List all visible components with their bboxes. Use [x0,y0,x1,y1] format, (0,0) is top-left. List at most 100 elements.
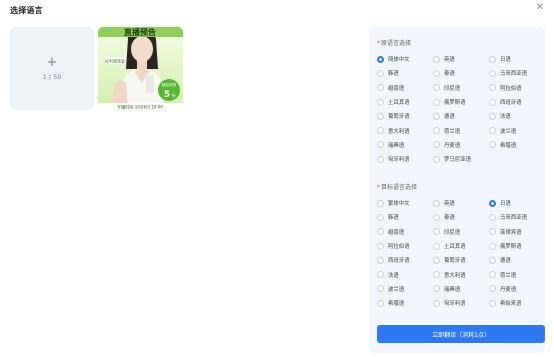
target-language-option[interactable]: 西班牙语 [377,253,433,267]
radio-icon[interactable] [377,213,384,221]
radio-icon[interactable] [489,55,496,63]
radio-icon[interactable] [377,199,384,207]
radio-icon[interactable] [377,285,384,293]
target-language-option[interactable]: 俄罗斯语 [489,239,543,253]
source-language-option[interactable]: 俄罗斯语 [433,95,489,109]
target-language-label: *目标语言选择 [377,184,418,191]
radio-icon[interactable] [489,141,496,149]
source-language-option[interactable]: 希腊语 [489,138,543,152]
radio-icon[interactable] [377,55,384,63]
target-language-option[interactable]: 德语 [489,253,543,267]
target-language-option[interactable]: 印尼语 [433,225,489,239]
target-language-option[interactable]: 繁体中文 [377,196,433,210]
source-language-option[interactable]: 土耳其语 [377,95,433,109]
translate-button[interactable]: 立即翻译（消耗1点） [377,325,545,343]
source-language-option[interactable]: 西班牙语 [489,95,543,109]
source-language-option[interactable]: 荷兰语 [433,123,489,137]
source-language-option[interactable]: 法语 [489,109,543,123]
source-language-option[interactable]: 瑞典语 [377,138,433,152]
source-language-option[interactable]: 罗马尼亚语 [433,152,489,166]
radio-icon[interactable] [377,141,384,149]
radio-icon[interactable] [377,98,384,106]
radio-icon[interactable] [433,155,440,163]
radio-icon[interactable] [433,256,440,264]
radio-icon[interactable] [377,84,384,92]
radio-icon[interactable] [489,256,496,264]
radio-icon[interactable] [377,69,384,77]
source-language-option[interactable]: 印尼语 [433,81,489,95]
radio-icon[interactable] [433,141,440,149]
radio-icon[interactable] [489,213,496,221]
target-language-option[interactable]: 日语 [489,196,543,210]
radio-icon[interactable] [489,299,496,307]
target-language-option[interactable]: 菲律宾语 [489,225,543,239]
source-language-option[interactable]: 德语 [433,109,489,123]
target-language-option[interactable]: 韩语 [377,210,433,224]
radio-icon[interactable] [433,299,440,307]
radio-icon[interactable] [377,228,384,236]
radio-icon[interactable] [433,84,440,92]
target-language-option[interactable]: 波兰语 [377,282,433,296]
radio-icon[interactable] [489,69,496,77]
radio-icon[interactable] [377,127,384,135]
radio-icon[interactable] [489,84,496,92]
source-language-option[interactable]: 葡萄牙语 [377,109,433,123]
target-language-option[interactable]: 希腊语 [377,296,433,310]
source-language-option[interactable]: 匈牙利语 [377,152,433,166]
uploaded-image-thumbnail[interactable]: 直播预告 好利锦夜会 精品好物 5 折 开播时间 3月26日 19:00 [98,27,183,110]
radio-icon[interactable] [433,213,440,221]
radio-icon[interactable] [489,228,496,236]
radio-icon[interactable] [433,242,440,250]
source-language-option[interactable]: 马来西亚语 [489,66,543,80]
target-language-option[interactable]: 越南语 [377,225,433,239]
target-language-option[interactable]: 泰语 [433,210,489,224]
radio-icon[interactable] [433,69,440,77]
radio-icon[interactable] [489,112,496,120]
radio-icon[interactable] [433,55,440,63]
close-icon[interactable]: ✕ [536,2,544,14]
radio-icon[interactable] [433,112,440,120]
radio-icon[interactable] [433,285,440,293]
target-language-option[interactable]: 瑞典语 [433,282,489,296]
upload-tile[interactable]: + 1 / 50 [10,27,94,110]
target-language-option[interactable]: 阿拉伯语 [377,239,433,253]
radio-icon[interactable] [489,98,496,106]
source-language-option[interactable]: 越南语 [377,81,433,95]
radio-icon[interactable] [489,127,496,135]
source-language-option[interactable]: 英语 [433,52,489,66]
source-language-option[interactable]: 泰语 [433,66,489,80]
radio-icon[interactable] [377,256,384,264]
radio-icon[interactable] [489,199,496,207]
source-language-option[interactable]: 意大利语 [377,123,433,137]
radio-icon[interactable] [433,98,440,106]
target-language-option[interactable]: 葡萄牙语 [433,253,489,267]
target-language-option[interactable]: 法语 [377,267,433,281]
radio-icon[interactable] [489,242,496,250]
radio-icon[interactable] [433,127,440,135]
radio-icon[interactable] [433,199,440,207]
radio-icon[interactable] [433,271,440,279]
source-language-option[interactable]: 简体中文 [377,52,433,66]
target-language-option[interactable]: 荷兰语 [489,267,543,281]
target-language-option[interactable]: 马来西亚语 [489,210,543,224]
source-language-option[interactable]: 韩语 [377,66,433,80]
target-language-option[interactable]: 土耳其语 [433,239,489,253]
radio-icon[interactable] [377,155,384,163]
radio-icon[interactable] [489,271,496,279]
radio-icon[interactable] [377,112,384,120]
source-language-option[interactable]: 丹麦语 [433,138,489,152]
radio-icon[interactable] [433,228,440,236]
target-language-option[interactable]: 意大利语 [433,267,489,281]
target-language-option[interactable]: 丹麦语 [489,282,543,296]
target-language-option[interactable]: 英语 [433,196,489,210]
source-language-option[interactable]: 日语 [489,52,543,66]
target-language-option[interactable]: 希伯来语 [489,296,543,310]
radio-icon[interactable] [489,285,496,293]
radio-icon[interactable] [377,242,384,250]
radio-icon[interactable] [377,271,384,279]
target-language-option[interactable]: 匈牙利语 [433,296,489,310]
thumbnail-promo-big: 5 [164,90,170,100]
radio-icon[interactable] [377,299,384,307]
source-language-option[interactable]: 波兰语 [489,123,543,137]
source-language-option[interactable]: 阿拉伯语 [489,81,543,95]
